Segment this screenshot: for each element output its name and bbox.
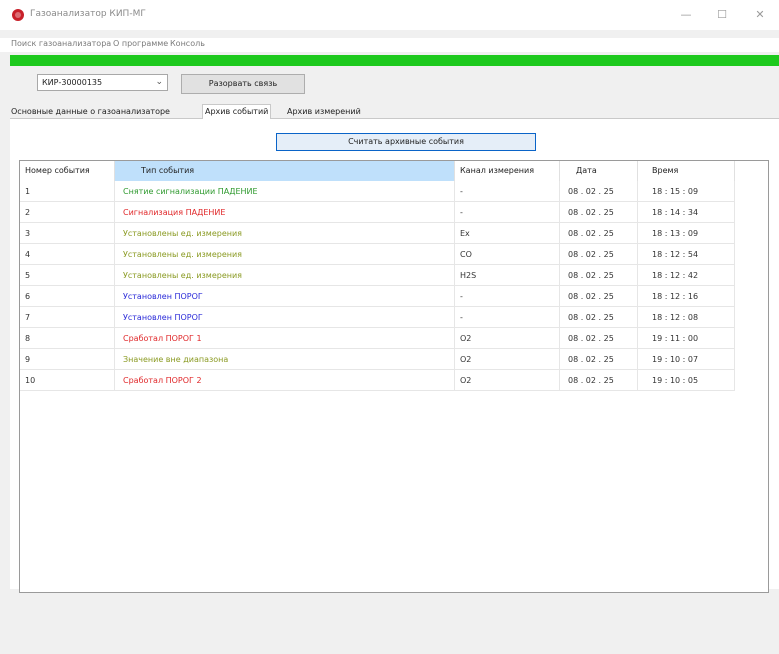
cell-date: 08 . 02 . 25 bbox=[560, 307, 638, 328]
column-header-event-type[interactable]: Тип события bbox=[115, 161, 455, 181]
cell-time: 18 : 12 : 16 bbox=[638, 286, 735, 307]
cell-event-number: 8 bbox=[20, 328, 115, 349]
table-row[interactable]: 3 Установлены ед. измерения Ex 08 . 02 . 25… bbox=[20, 223, 768, 244]
cell-date: 08 . 02 . 25 bbox=[560, 349, 638, 370]
table-row[interactable]: 7 Установлен ПОРОГ -08 . 02 . 25 18 : 12 : … bbox=[20, 307, 768, 328]
table-row[interactable]: 4 Установлены ед. измерения CO 08 . 02 . 25… bbox=[20, 244, 768, 265]
column-header-time[interactable]: Время bbox=[638, 161, 735, 181]
cell-date: 08 . 02 . 25 bbox=[560, 202, 638, 223]
cell-event-type: Установлен ПОРОГ bbox=[115, 307, 455, 328]
cell-event-type: Сработал ПОРОГ 2 bbox=[115, 370, 455, 391]
cell-time: 18 : 13 : 09 bbox=[638, 223, 735, 244]
chevron-down-icon: ⌄ bbox=[155, 77, 163, 87]
cell-date: 08 . 02 . 25 bbox=[560, 244, 638, 265]
cell-event-type: Установлен ПОРОГ bbox=[115, 286, 455, 307]
table-row[interactable]: 9 Значение вне диапазона O2 08 . 02 . 25 19 … bbox=[20, 349, 768, 370]
app-window: Газоанализатор КИП-МГ — ☐ ✕ Поиск газоан… bbox=[0, 0, 779, 654]
menu-console[interactable]: Консоль bbox=[170, 39, 205, 48]
tab-event-archive[interactable]: Архив событий bbox=[202, 104, 272, 119]
cell-channel: - bbox=[455, 286, 560, 307]
cell-event-number: 2 bbox=[20, 202, 115, 223]
cell-date: 08 . 02 . 25 bbox=[560, 181, 638, 202]
connection-status-bar bbox=[10, 55, 779, 66]
window-title: Газоанализатор КИП-МГ bbox=[30, 9, 146, 19]
cell-event-number: 3 bbox=[20, 223, 115, 244]
table-header: Номер события Тип события Канал измерени… bbox=[20, 161, 768, 181]
cell-channel: - bbox=[455, 307, 560, 328]
cell-time: 18 : 15 : 09 bbox=[638, 181, 735, 202]
cell-event-number: 1 bbox=[20, 181, 115, 202]
cell-event-type: Сработал ПОРОГ 1 bbox=[115, 328, 455, 349]
cell-channel: O2 bbox=[455, 349, 560, 370]
menu-search-analyzer[interactable]: Поиск газоанализатора bbox=[11, 39, 111, 48]
column-header-event-number[interactable]: Номер события bbox=[20, 161, 115, 181]
table-row[interactable]: 8 Сработал ПОРОГ 1 O2 08 . 02 . 25 19 : 11 :… bbox=[20, 328, 768, 349]
cell-event-type: Значение вне диапазона bbox=[115, 349, 455, 370]
cell-channel: O2 bbox=[455, 328, 560, 349]
tabs-divider bbox=[10, 118, 779, 119]
cell-channel: Ex bbox=[455, 223, 560, 244]
cell-event-type: Установлены ед. измерения bbox=[115, 244, 455, 265]
cell-date: 08 . 02 . 25 bbox=[560, 286, 638, 307]
cell-time: 19 : 10 : 07 bbox=[638, 349, 735, 370]
cell-time: 18 : 12 : 42 bbox=[638, 265, 735, 286]
cell-event-number: 4 bbox=[20, 244, 115, 265]
table-row[interactable]: 1 Снятие сигнализации ПАДЕНИЕ -08 . 02 . 2… bbox=[20, 181, 768, 202]
minimize-button[interactable]: — bbox=[676, 8, 696, 22]
menu-about[interactable]: О программе bbox=[113, 39, 168, 48]
cell-event-number: 6 bbox=[20, 286, 115, 307]
cell-date: 08 . 02 . 25 bbox=[560, 328, 638, 349]
cell-date: 08 . 02 . 25 bbox=[560, 370, 638, 391]
device-select[interactable]: КИР-30000135 ⌄ bbox=[37, 74, 168, 91]
events-table[interactable]: Номер события Тип события Канал измерени… bbox=[19, 160, 769, 593]
cell-channel: O2 bbox=[455, 370, 560, 391]
cell-date: 08 . 02 . 25 bbox=[560, 265, 638, 286]
device-select-value: КИР-30000135 bbox=[42, 78, 103, 87]
table-row[interactable]: 2 Сигнализация ПАДЕНИЕ -08 . 02 . 25 18 : 1… bbox=[20, 202, 768, 223]
cell-channel: CO bbox=[455, 244, 560, 265]
cell-time: 18 : 14 : 34 bbox=[638, 202, 735, 223]
cell-event-number: 7 bbox=[20, 307, 115, 328]
cell-event-type: Снятие сигнализации ПАДЕНИЕ bbox=[115, 181, 455, 202]
app-logo-icon bbox=[12, 9, 24, 21]
cell-time: 19 : 11 : 00 bbox=[638, 328, 735, 349]
cell-channel: H2S bbox=[455, 265, 560, 286]
tab-main-data[interactable]: Основные данные о газоанализаторе bbox=[9, 106, 172, 118]
cell-event-number: 10 bbox=[20, 370, 115, 391]
cell-time: 18 : 12 : 08 bbox=[638, 307, 735, 328]
column-header-date[interactable]: Дата bbox=[560, 161, 638, 181]
menu-bar: Поиск газоанализатора О программе Консол… bbox=[0, 38, 779, 52]
cell-date: 08 . 02 . 25 bbox=[560, 223, 638, 244]
cell-event-number: 5 bbox=[20, 265, 115, 286]
tab-measurement-archive[interactable]: Архив измерений bbox=[285, 106, 363, 118]
cell-event-type: Установлены ед. измерения bbox=[115, 223, 455, 244]
cell-time: 19 : 10 : 05 bbox=[638, 370, 735, 391]
cell-channel: - bbox=[455, 202, 560, 223]
cell-channel: - bbox=[455, 181, 560, 202]
cell-event-type: Установлены ед. измерения bbox=[115, 265, 455, 286]
table-row[interactable]: 6 Установлен ПОРОГ -08 . 02 . 25 18 : 12 : … bbox=[20, 286, 768, 307]
close-button[interactable]: ✕ bbox=[750, 8, 770, 22]
table-row[interactable]: 10 Сработал ПОРОГ 2 O2 08 . 02 . 25 19 : 10 … bbox=[20, 370, 768, 391]
read-archive-events-button[interactable]: Считать архивные события bbox=[276, 133, 536, 151]
title-bar: Газоанализатор КИП-МГ — ☐ ✕ bbox=[0, 0, 779, 30]
disconnect-button[interactable]: Разорвать связь bbox=[181, 74, 305, 94]
cell-event-number: 9 bbox=[20, 349, 115, 370]
cell-event-type: Сигнализация ПАДЕНИЕ bbox=[115, 202, 455, 223]
column-header-channel[interactable]: Канал измерения bbox=[455, 161, 560, 181]
status-area bbox=[10, 595, 779, 654]
table-row[interactable]: 5 Установлены ед. измерения H2S 08 . 02 . 2… bbox=[20, 265, 768, 286]
maximize-button[interactable]: ☐ bbox=[712, 8, 732, 22]
cell-time: 18 : 12 : 54 bbox=[638, 244, 735, 265]
